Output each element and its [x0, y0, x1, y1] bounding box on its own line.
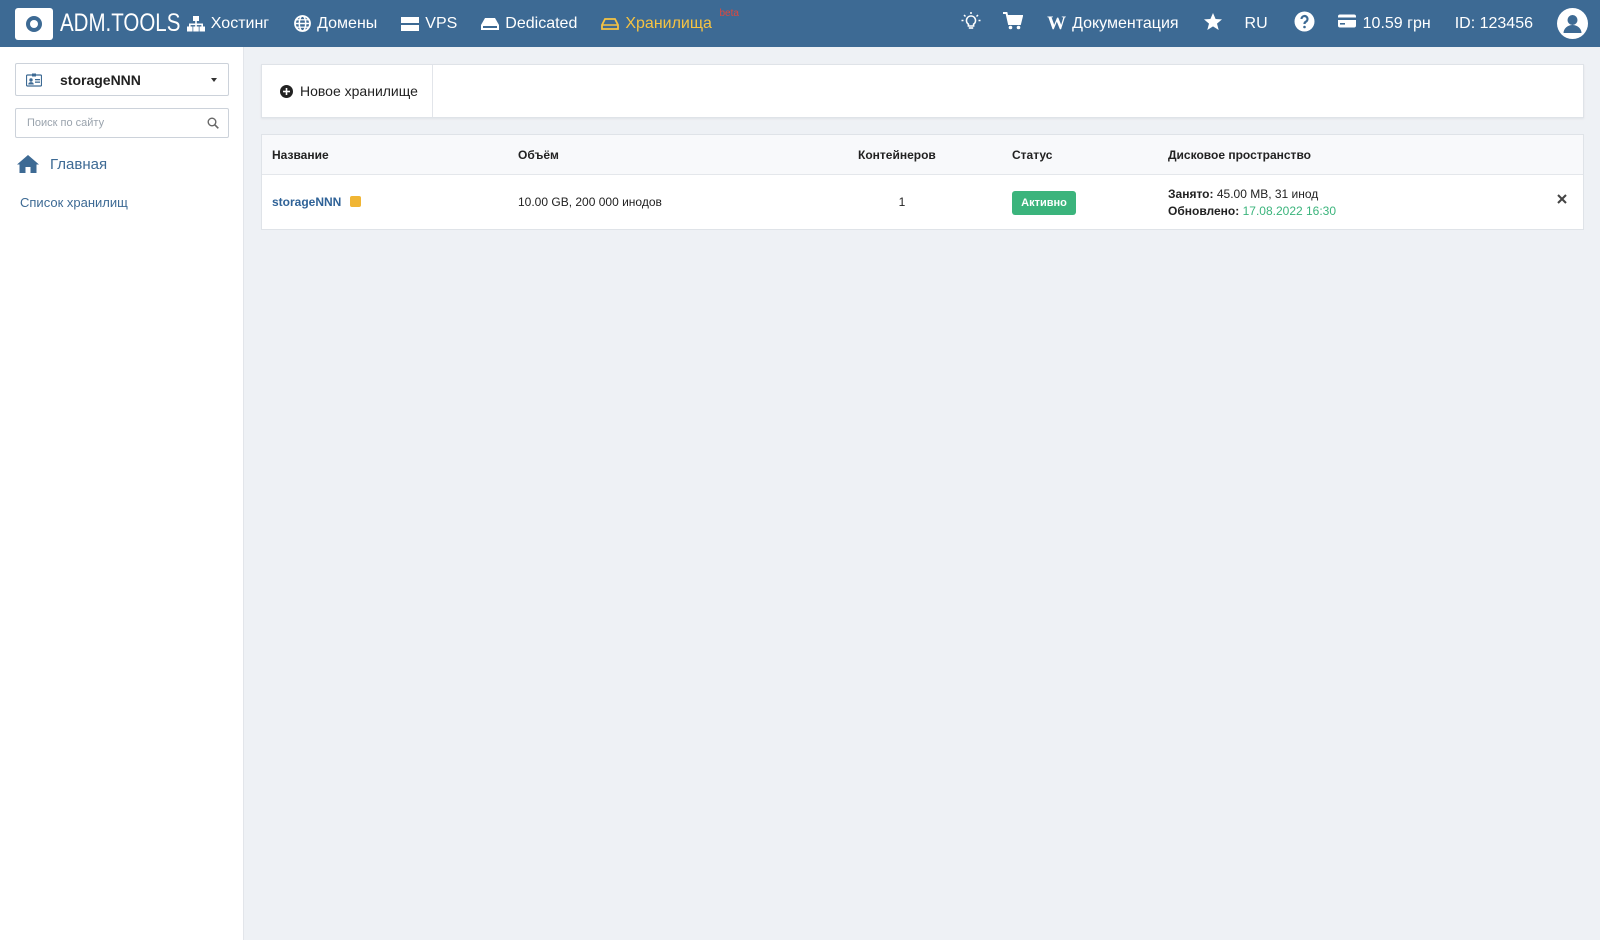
disk-used-value: 45.00 MB, 31 инод	[1216, 187, 1319, 201]
disk-updated-label: Обновлено:	[1168, 204, 1240, 218]
storage-table: Название Объём Контейнеров Статус Дисков…	[261, 134, 1584, 230]
main-nav: Хостинг Домены VPS Dedicated Хранилища b…	[186, 0, 739, 47]
sitemap-icon	[186, 15, 205, 33]
question-icon	[1294, 11, 1315, 37]
delete-button[interactable]	[1555, 192, 1569, 206]
help-button[interactable]	[1294, 11, 1315, 37]
nav-item-label: Хранилища	[625, 14, 712, 32]
wikipedia-icon: W	[1047, 12, 1067, 34]
status-badge: Активно	[1012, 191, 1076, 215]
cart-icon	[1003, 12, 1024, 35]
user-icon	[1557, 8, 1588, 39]
disk-updated-value: 17.08.2022 16:30	[1242, 204, 1337, 218]
table-header: Название Объём Контейнеров Статус Дисков…	[262, 135, 1583, 175]
storage-volume: 10.00 GB, 200 000 инодов	[518, 195, 662, 209]
nav-item-label: Хостинг	[210, 14, 270, 32]
column-header-status: Статус	[1012, 148, 1053, 162]
nav-item-label: Домены	[317, 14, 378, 32]
note-icon[interactable]	[350, 196, 362, 207]
user-id-value: ID: 123456	[1454, 14, 1533, 32]
documentation-label: Документация	[1072, 14, 1179, 32]
storage-icon	[601, 15, 620, 33]
caret-down-icon	[211, 78, 217, 82]
lightbulb-icon	[961, 12, 981, 35]
home-label: Главная	[50, 155, 108, 173]
column-header-disk-space: Дисковое пространство	[1168, 148, 1311, 162]
star-icon	[1203, 12, 1223, 36]
plus-circle-icon	[280, 84, 293, 98]
column-header-volume: Объём	[518, 148, 559, 162]
disk-used-line: Занято: 45.00 MB, 31 инод	[1168, 186, 1336, 203]
nav-item-domains[interactable]: Домены	[293, 0, 377, 47]
site-search	[15, 108, 229, 138]
disk-used-label: Занято:	[1168, 187, 1214, 201]
sidebar: storageNNN Главная Список хранилищ	[0, 47, 244, 940]
language-label: RU	[1244, 14, 1268, 32]
new-storage-label: Новое хранилище	[300, 83, 418, 99]
sidebar-item-storage-list[interactable]: Список хранилищ	[20, 195, 128, 210]
search-input[interactable]	[16, 109, 196, 137]
lightbulb-button[interactable]	[961, 12, 981, 35]
hdd-icon	[481, 15, 500, 33]
column-header-name: Название	[272, 148, 329, 162]
id-card-icon	[25, 73, 43, 87]
documentation-link[interactable]: W Документация	[1047, 13, 1178, 35]
column-header-containers: Контейнеров	[858, 148, 936, 162]
account-name: storageNNN	[60, 71, 141, 88]
top-navigation-bar: ADM.TOOLS Хостинг Домены VPS Dedicated Х…	[0, 0, 1600, 47]
favorites-button[interactable]	[1203, 12, 1223, 36]
credit-card-icon	[1337, 14, 1356, 33]
balance-button[interactable]: 10.59 грн	[1337, 14, 1431, 33]
new-storage-button[interactable]: Новое хранилище	[262, 65, 433, 117]
table-row: storageNNN 10.00 GB, 200 000 инодов 1 Ак…	[262, 175, 1583, 230]
nav-item-label: Dedicated	[505, 14, 578, 32]
globe-icon	[293, 15, 311, 33]
logo[interactable]: ADM.TOOLS	[15, 0, 207, 47]
action-toolbar: Новое хранилище	[261, 64, 1584, 118]
logo-text: ADM.TOOLS	[60, 9, 181, 37]
header-tools: W Документация RU 10.59 грн ID: 123456	[961, 0, 1600, 47]
logo-mark-icon	[15, 7, 53, 40]
nav-item-vps[interactable]: VPS	[401, 0, 457, 47]
nav-item-storage[interactable]: Хранилища beta	[601, 0, 739, 47]
language-switcher[interactable]: RU	[1245, 15, 1268, 33]
disk-space-info: Занято: 45.00 MB, 31 инод Обновлено: 17.…	[1168, 186, 1336, 220]
cart-button[interactable]	[1003, 12, 1024, 35]
storage-name-cell: storageNNN	[272, 195, 362, 209]
home-icon	[16, 154, 40, 174]
balance-value: 10.59 грн	[1362, 14, 1431, 32]
disk-updated-line: Обновлено: 17.08.2022 16:30	[1168, 203, 1336, 220]
close-icon	[1557, 194, 1567, 204]
home-link[interactable]: Главная	[16, 154, 107, 174]
search-icon[interactable]	[207, 117, 219, 129]
storage-name-link[interactable]: storageNNN	[272, 195, 341, 209]
account-select[interactable]: storageNNN	[15, 63, 229, 96]
user-menu-button[interactable]	[1557, 8, 1588, 39]
containers-count: 1	[898, 195, 906, 209]
user-id: ID: 123456	[1455, 15, 1533, 33]
nav-item-label: VPS	[425, 14, 458, 32]
nav-item-hosting[interactable]: Хостинг	[186, 0, 270, 47]
server-icon	[401, 15, 420, 33]
beta-badge: beta	[719, 8, 739, 19]
nav-item-dedicated[interactable]: Dedicated	[481, 0, 577, 47]
